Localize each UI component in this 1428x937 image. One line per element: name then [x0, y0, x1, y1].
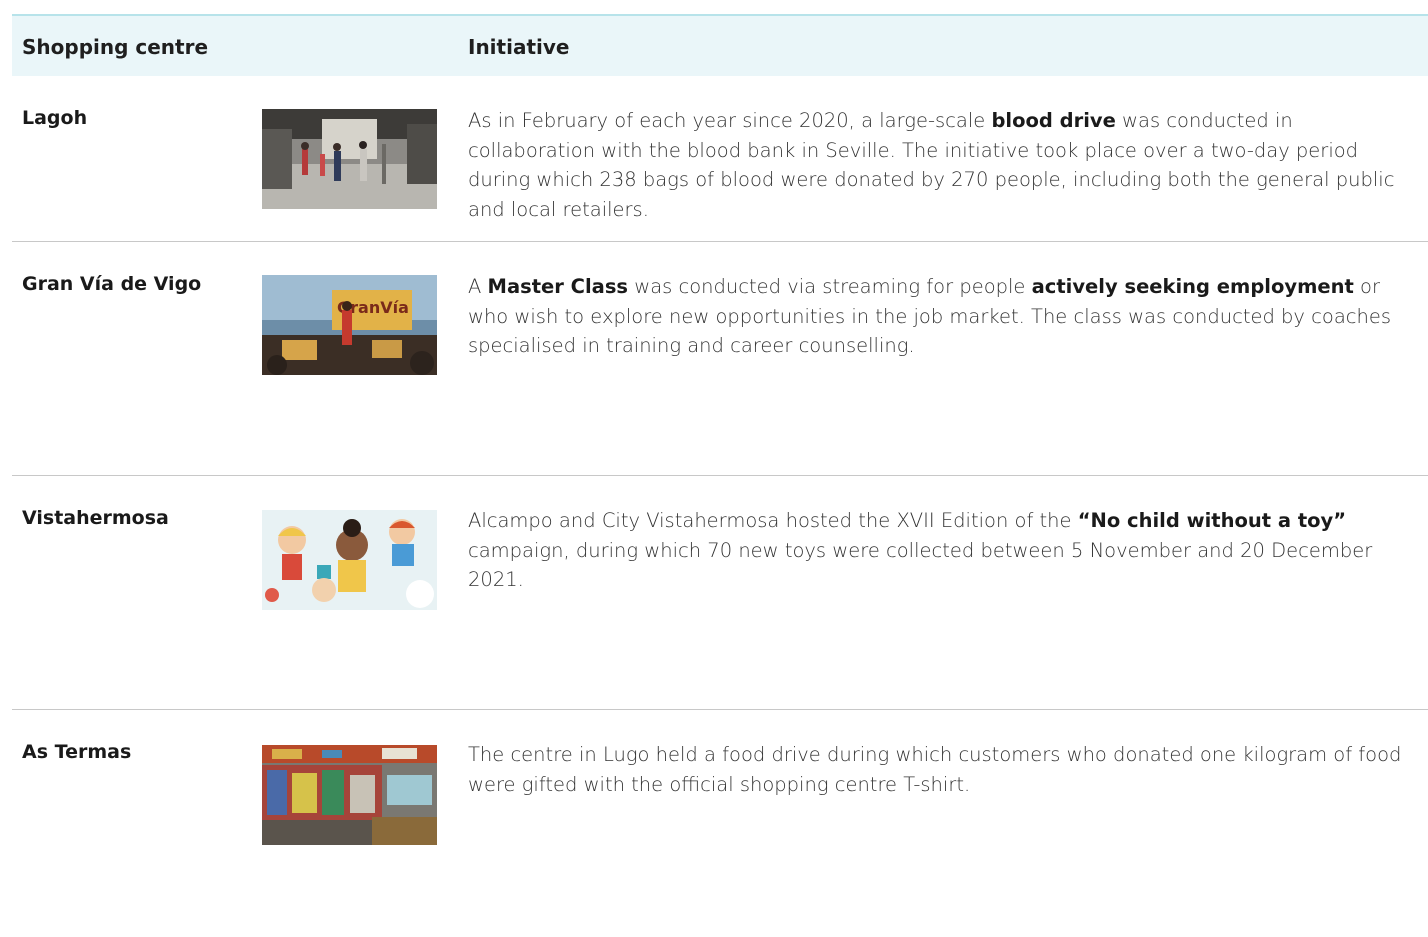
table-row: Lagoh As in February of each year since [12, 76, 1428, 242]
header-shopping-centre: Shopping centre [22, 35, 209, 59]
blood-drive-photo [262, 109, 437, 209]
initiative-text: As in February of each year since 2020, … [468, 109, 1395, 221]
centre-name: Gran Vía de Vigo [22, 273, 202, 295]
table-row: Gran Vía de Vigo GranVía A Master Class … [12, 242, 1428, 476]
initiative-text: A Master Class was conducted via streami… [468, 275, 1392, 357]
centre-name: Lagoh [22, 107, 88, 129]
initiative-text: The centre in Lugo held a food drive dur… [468, 743, 1402, 796]
initiative-text: Alcampo and City Vistahermosa hosted the… [468, 509, 1373, 591]
master-class-photo: GranVía [262, 275, 437, 375]
table-header: Shopping centre Initiative [12, 14, 1428, 76]
table-row: As Termas The centre in Lugo held a food… [12, 710, 1428, 934]
centre-name: As Termas [22, 741, 132, 763]
initiatives-table: Shopping centre Initiative Lagoh As in F… [12, 14, 1428, 934]
centre-name: Vistahermosa [22, 507, 169, 529]
toy-campaign-illustration [262, 510, 437, 610]
food-drive-photo [262, 745, 437, 845]
table-row: Vistahermosa Alcampo and City Vistahermo… [12, 476, 1428, 710]
header-initiative: Initiative [468, 35, 570, 59]
